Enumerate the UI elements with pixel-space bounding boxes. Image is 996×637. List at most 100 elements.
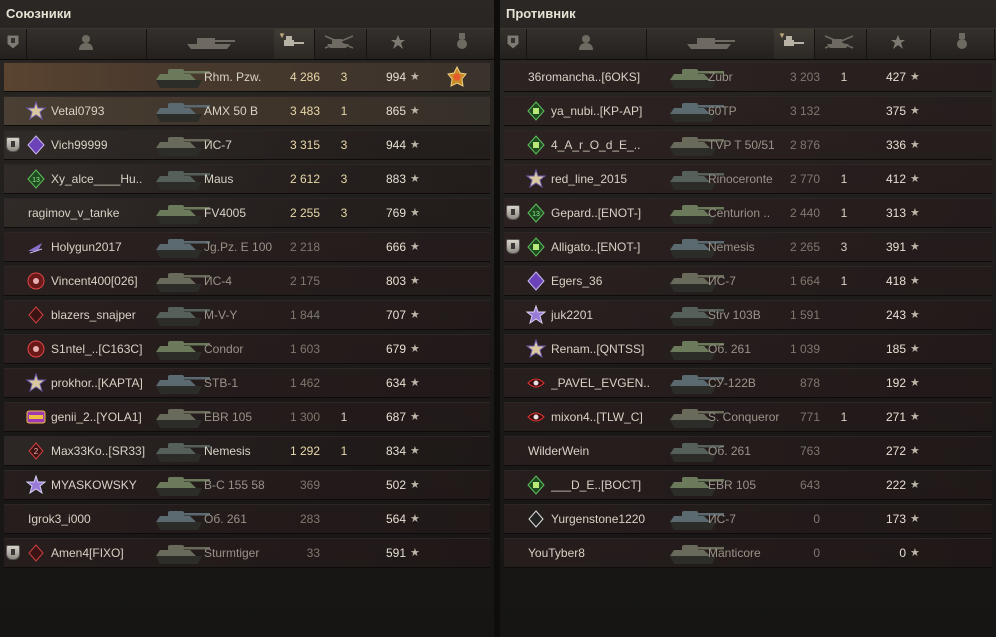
rank-badge-icon	[6, 34, 20, 55]
kills-value	[834, 471, 854, 499]
player-name[interactable]: WilderWein	[528, 437, 646, 465]
header-medal-column[interactable]	[930, 29, 995, 59]
vehicle-name: Nemesis	[204, 444, 251, 458]
player-row[interactable]: ___D_E..[BOCT] EBR 105 643 222 ★	[504, 470, 992, 500]
player-name[interactable]: 36romancha..[6OKS]	[528, 63, 646, 91]
xp-value: 666	[385, 240, 406, 254]
header-kills-column[interactable]	[314, 29, 367, 59]
header-xp-star-column[interactable]	[866, 29, 931, 59]
player-name[interactable]: 4_A_r_O_d_E_..	[551, 131, 669, 159]
player-nickname: Vich99999	[51, 138, 108, 152]
player-row[interactable]: YouTyber8 Manticore 0 0 ★	[504, 538, 992, 568]
player-name[interactable]: _PAVEL_EVGEN..	[551, 369, 669, 397]
xp-value: 192	[885, 376, 906, 390]
player-name[interactable]: Yurgenstone1220	[551, 505, 669, 533]
player-row[interactable]: 13 Gepard..[ENOT-] Centurion .. 2 440 1 313 ★	[504, 198, 992, 228]
player-row[interactable]: MYASKOWSKY B-C 155 58 369 502 ★	[4, 470, 490, 500]
player-row[interactable]: Yurgenstone1220 ИС-7 0 173 ★	[504, 504, 992, 534]
player-row[interactable]: 13 Xy_alce____Hu.. Maus 2 612 3 883 ★	[4, 164, 490, 194]
header-rank-badge-column[interactable]	[0, 29, 27, 59]
xp-value: 687	[385, 410, 406, 424]
purple-star-icon	[25, 474, 47, 495]
player-row[interactable]: Renam..[QNTSS] Об. 261 1 039 185 ★	[504, 334, 992, 364]
player-row[interactable]: Vetal0793 AMX 50 B 3 483 1 865 ★	[4, 96, 490, 126]
header-kills-column[interactable]	[814, 29, 867, 59]
purple-diamond-icon	[526, 271, 546, 291]
player-row[interactable]: blazers_snajper M-V-Y 1 844 707 ★	[4, 300, 490, 330]
player-row[interactable]: genii_2..[YOLA1] EBR 105 1 300 1 687 ★	[4, 402, 490, 432]
player-name[interactable]: Gepard..[ENOT-]	[551, 199, 669, 227]
green-13-icon: 13	[526, 203, 546, 223]
damage-value: 33	[306, 546, 320, 560]
damage-value: 283	[299, 512, 320, 526]
player-name[interactable]: YouTyber8	[528, 539, 646, 567]
player-row[interactable]: Amen4[FIXO] Sturmtiger 33 591 ★	[4, 538, 490, 568]
clan-tag: [TLW_C]	[596, 410, 643, 424]
player-name[interactable]: ___D_E..[BOCT]	[551, 471, 669, 499]
damage-value: 2 612	[289, 172, 320, 186]
player-name[interactable]: Alligato..[ENOT-]	[551, 233, 669, 261]
player-name[interactable]: Igrok3_i000	[28, 505, 146, 533]
player-row[interactable]: Alligato..[ENOT-] Nemesis 2 265 3 391 ★	[504, 232, 992, 262]
header-damage-column[interactable]: ▼	[774, 29, 815, 59]
vehicle-icon	[150, 302, 212, 328]
player-row[interactable]: 4_A_r_O_d_E_.. TVP T 50/51 2 876 336 ★	[504, 130, 992, 160]
player-row[interactable]: juk2201 Strv 103B 1 591 243 ★	[504, 300, 992, 330]
player-name[interactable]	[28, 63, 146, 91]
legend-icon	[26, 407, 46, 427]
player-row[interactable]: ragimov_v_tanke FV4005 2 255 3 769 ★	[4, 198, 490, 228]
player-name[interactable]: juk2201	[551, 301, 669, 329]
player-row[interactable]: WilderWein Об. 261 763 272 ★	[504, 436, 992, 466]
player-row[interactable]: 2 Max33Ko..[SR33] Nemesis 1 292 1 834 ★	[4, 436, 490, 466]
medal-icon	[446, 65, 467, 88]
player-name[interactable]: mixon4..[TLW_C]	[551, 403, 669, 431]
player-row[interactable]: _PAVEL_EVGEN.. СУ-122В 878 192 ★	[504, 368, 992, 398]
player-nickname: _PAVEL_EVGEN..	[551, 376, 650, 390]
player-row[interactable]: Vincent400[026] ИС-4 2 175 803 ★	[4, 266, 490, 296]
vehicle-name: Об. 261	[204, 512, 247, 526]
vehicle-name: M-V-Y	[204, 308, 238, 322]
header-player-column[interactable]	[526, 29, 647, 59]
kills-value: 1	[340, 104, 348, 118]
header-player-column[interactable]	[26, 29, 147, 59]
player-row[interactable]: Rhm. Pzw. 4 286 3 994 ★	[4, 62, 490, 92]
svg-text:13: 13	[532, 211, 540, 218]
player-name[interactable]: red_line_2015	[551, 165, 669, 193]
player-nickname: YouTyber8	[528, 546, 585, 560]
header-xp-star-column[interactable]	[366, 29, 431, 59]
player-name[interactable]: ragimov_v_tanke	[28, 199, 146, 227]
player-nickname: Xy_alce____Hu..	[51, 172, 143, 186]
clan-tag: [FIXO]	[89, 546, 124, 560]
player-name[interactable]: Egers_36	[551, 267, 669, 295]
kills-value: 3	[340, 70, 348, 84]
header-vehicle-column[interactable]	[646, 29, 775, 59]
player-name[interactable]: Renam..[QNTSS]	[551, 335, 669, 363]
player-row[interactable]: mixon4..[TLW_C] S. Conqueror 771 1 271 ★	[504, 402, 992, 432]
player-nickname: Alligato..	[551, 240, 598, 254]
header-damage-column[interactable]: ▼	[274, 29, 315, 59]
kills-value: 1	[840, 70, 848, 84]
xp-star-icon	[890, 34, 906, 55]
clan-tag: [SR33]	[108, 444, 146, 458]
xp-value: 427	[885, 70, 906, 84]
player-row[interactable]: S1ntel_..[C163C] Condor 1 603 679 ★	[4, 334, 490, 364]
player-name[interactable]: ya_nubi..[KP-AP]	[551, 97, 669, 125]
allies-panel: Союзники ▼ Rhm. Pzw. 4 286 3 994 ★ Vetal0793 A…	[0, 0, 495, 637]
xp-value: 679	[385, 342, 406, 356]
player-row[interactable]: ya_nubi..[KP-AP] 60TP 3 132 375 ★	[504, 96, 992, 126]
star-icon: ★	[910, 547, 920, 559]
kills-value	[834, 505, 854, 533]
rank-badge-icon	[506, 34, 520, 55]
vehicle-name: STB-1	[204, 376, 239, 390]
player-row[interactable]: 36romancha..[6OKS] Zubr 3 203 1 427 ★	[504, 62, 992, 92]
player-row[interactable]: Holygun2017 Jg.Pz. E 100 2 218 666 ★	[4, 232, 490, 262]
player-row[interactable]: Igrok3_i000 Об. 261 283 564 ★	[4, 504, 490, 534]
header-medal-column[interactable]	[430, 29, 495, 59]
player-row[interactable]: Vich99999 ИС-7 3 315 3 944 ★	[4, 130, 490, 160]
player-row[interactable]: prokhor..[KAPTA] STB-1 1 462 634 ★	[4, 368, 490, 398]
header-vehicle-column[interactable]	[146, 29, 275, 59]
damage-value: 1 039	[789, 342, 820, 356]
player-row[interactable]: Egers_36 ИС-7 1 664 1 418 ★	[504, 266, 992, 296]
player-row[interactable]: red_line_2015 Rinoceronte 2 770 1 412 ★	[504, 164, 992, 194]
header-rank-badge-column[interactable]	[500, 29, 527, 59]
